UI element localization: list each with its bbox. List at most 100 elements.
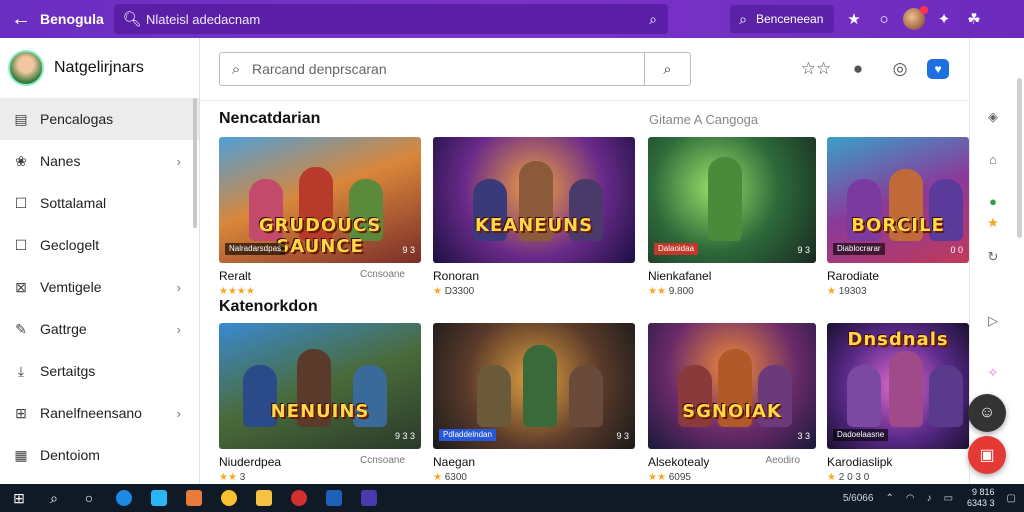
star-rating-icon: ★★ xyxy=(648,472,666,483)
page-scrollbar[interactable] xyxy=(1017,78,1022,238)
rating-text: 2 0 3 0 xyxy=(838,472,870,483)
chevron-up-icon[interactable]: ⌃ xyxy=(885,493,893,504)
start-icon[interactable]: ⊞ xyxy=(4,484,34,512)
chevron-right-icon: › xyxy=(176,405,181,421)
game-size: 0 0 xyxy=(950,245,963,255)
game-card[interactable]: Dalaoidaa 9 3 Nienkafanel ★★ 9.800 xyxy=(648,137,816,297)
profile-name: Natgelirjnars xyxy=(54,59,144,76)
game-card[interactable]: GRUDOUCS SAUNCE Nalradarsdpas 9 3 Reralt… xyxy=(219,137,421,297)
game-thumbnail[interactable]: GRUDOUCS SAUNCE Nalradarsdpas 9 3 xyxy=(219,137,421,263)
sidebar-item-ranelfneensano[interactable]: ⊞ Ranelfneensano › xyxy=(0,392,199,434)
chat-fab-icon[interactable]: ▣ xyxy=(968,436,1006,474)
game-meta: Aeodiro xyxy=(765,455,800,466)
sidebar-item-gattrge[interactable]: ✎ Gattrge › xyxy=(0,308,199,350)
file-explorer-icon[interactable] xyxy=(249,484,279,512)
task-view-icon[interactable]: ○ xyxy=(74,484,104,512)
volume-icon[interactable]: ♪ xyxy=(927,493,932,504)
sidebar-item-sertaitgs[interactable]: ⤓ Sertaitgs xyxy=(0,350,199,392)
game-thumbnail[interactable]: KEANEUNS xyxy=(433,137,635,263)
play-icon[interactable]: ▷ xyxy=(982,310,1004,332)
main-search-bar[interactable]: ⌕ Rarcand denprscaran ⌕ xyxy=(219,52,691,86)
back-arrow-icon[interactable]: ← xyxy=(6,4,36,34)
top-search-input[interactable]: Nlateisl adedacnam xyxy=(146,12,638,27)
shield-icon[interactable]: ◈ xyxy=(982,106,1004,128)
sidebar-item-label: Dentoiom xyxy=(40,447,100,463)
game-title[interactable]: Naegan xyxy=(433,455,635,469)
library-icon: ▤ xyxy=(14,110,28,127)
store-icon[interactable] xyxy=(144,484,174,512)
edge-browser-icon[interactable] xyxy=(109,484,139,512)
sidebar-item-names[interactable]: ❀ Nanes › xyxy=(0,140,199,182)
sparkle-icon[interactable]: ✧ xyxy=(982,362,1004,384)
chrome-icon[interactable] xyxy=(214,484,244,512)
app-icon[interactable] xyxy=(354,484,384,512)
tag-icon: ❀ xyxy=(15,152,27,169)
search-button[interactable]: ⌕ xyxy=(644,53,690,85)
calendar-icon: ▦ xyxy=(14,446,28,463)
star-icon[interactable]: ★ xyxy=(840,5,868,33)
status-icon[interactable]: ● xyxy=(982,190,1004,212)
rating-text: 9.800 xyxy=(668,286,694,297)
game-rating: ★ 19303 xyxy=(827,286,969,297)
settings-icon[interactable]: ✦ xyxy=(930,5,958,33)
clock[interactable]: 9 816 6343 3 xyxy=(967,487,995,509)
game-rating: ★ 2 0 3 0 xyxy=(827,472,969,483)
top-search-bar[interactable]: 🔍︎ Nlateisl adedacnam ⌕ xyxy=(114,4,668,34)
game-card[interactable]: BORCILE Diablocrarar 0 0 Rarodiate ★ 193… xyxy=(827,137,969,297)
sidebar-item-geclogelt[interactable]: ☐ Geclogelt xyxy=(0,224,199,266)
game-card[interactable]: Dnsdnals Dadoelaasne Karodiaslipk ★ 2 0 … xyxy=(827,323,969,483)
game-title[interactable]: Rarodiate xyxy=(827,269,969,283)
game-card[interactable]: Pdladdelndan 9 3 Naegan ★ 6300 xyxy=(433,323,635,483)
main-search-input[interactable]: Rarcand denprscaran xyxy=(252,61,644,77)
sidebar-item-label: Nanes xyxy=(40,153,81,169)
home-icon[interactable]: ⌂ xyxy=(982,148,1004,170)
top-search-pill[interactable]: ⌕ Benceneean xyxy=(730,5,834,33)
sidebar-item-library[interactable]: ▤ Pencalogas xyxy=(0,98,199,140)
search-icon: ⌕ xyxy=(739,10,747,27)
sidebar-item-sottalamal[interactable]: ☐ Sottalamal xyxy=(0,182,199,224)
shield-icon[interactable]: ○ xyxy=(870,5,898,33)
sidebar-item-dentoiom[interactable]: ▦ Dentoiom xyxy=(0,434,199,476)
search-submit-icon[interactable]: ⌕ xyxy=(638,11,668,28)
game-thumbnail[interactable]: BORCILE Diablocrarar 0 0 xyxy=(827,137,969,263)
sidebar-item-vemtigele[interactable]: ⊠ Vemtigele › xyxy=(0,266,199,308)
section-link-categories[interactable]: Gitame A Cangoga xyxy=(649,112,758,127)
pin-icon[interactable]: ● xyxy=(843,56,873,82)
character-figure xyxy=(889,351,923,427)
character-figure xyxy=(847,365,881,427)
star-rating-icon: ★ xyxy=(827,286,836,297)
game-card[interactable]: NENUINS 9 3 3 Niuderdpea Ccnsoane ★★ 3 xyxy=(219,323,421,483)
refresh-icon[interactable]: ↻ xyxy=(982,246,1004,268)
star-icon[interactable]: ★ xyxy=(982,212,1004,234)
wifi-icon[interactable]: ◠ xyxy=(906,493,915,504)
search-icon[interactable]: ⌕ xyxy=(39,484,69,512)
app-icon[interactable] xyxy=(179,484,209,512)
globe-icon[interactable]: ◎ xyxy=(885,56,915,82)
chevron-right-icon: › xyxy=(176,321,181,337)
assistant-fab-icon[interactable]: ☺ xyxy=(968,394,1006,432)
game-title[interactable]: Nienkafanel xyxy=(648,269,816,283)
opera-icon[interactable] xyxy=(284,484,314,512)
chat-icon[interactable]: ♥ xyxy=(927,59,949,79)
game-title[interactable]: Ronoran xyxy=(433,269,635,283)
sidebar-scrollbar[interactable] xyxy=(193,98,197,228)
game-badge: Diablocrarar xyxy=(833,243,885,255)
rating-text: 3 xyxy=(239,472,246,483)
game-card[interactable]: KEANEUNS Ronoran ★ D3300 xyxy=(433,137,635,297)
game-thumbnail[interactable]: Pdladdelndan 9 3 xyxy=(433,323,635,449)
game-card[interactable]: SGNOIAK 3 3 Alsekotealy Aeodiro ★★ 6095 xyxy=(648,323,816,483)
game-thumbnail[interactable]: NENUINS 9 3 3 xyxy=(219,323,421,449)
network-icon[interactable]: ☘ xyxy=(960,5,988,33)
game-thumbnail[interactable]: SGNOIAK 3 3 xyxy=(648,323,816,449)
game-thumbnail[interactable]: Dalaoidaa 9 3 xyxy=(648,137,816,263)
profile[interactable]: Natgelirjnars xyxy=(0,38,199,98)
notification-icon[interactable]: ▢ xyxy=(1007,493,1016,504)
battery-icon[interactable]: ▭ xyxy=(944,493,953,504)
sidebar-item-label: Ranelfneensano xyxy=(40,405,142,421)
game-thumbnail[interactable]: Dnsdnals Dadoelaasne xyxy=(827,323,969,449)
avatar[interactable] xyxy=(900,5,928,33)
game-logo: KEANEUNS xyxy=(474,215,594,236)
word-icon[interactable] xyxy=(319,484,349,512)
favorites-icon[interactable]: ☆☆ xyxy=(801,56,831,82)
game-title[interactable]: Karodiaslipk xyxy=(827,455,969,469)
